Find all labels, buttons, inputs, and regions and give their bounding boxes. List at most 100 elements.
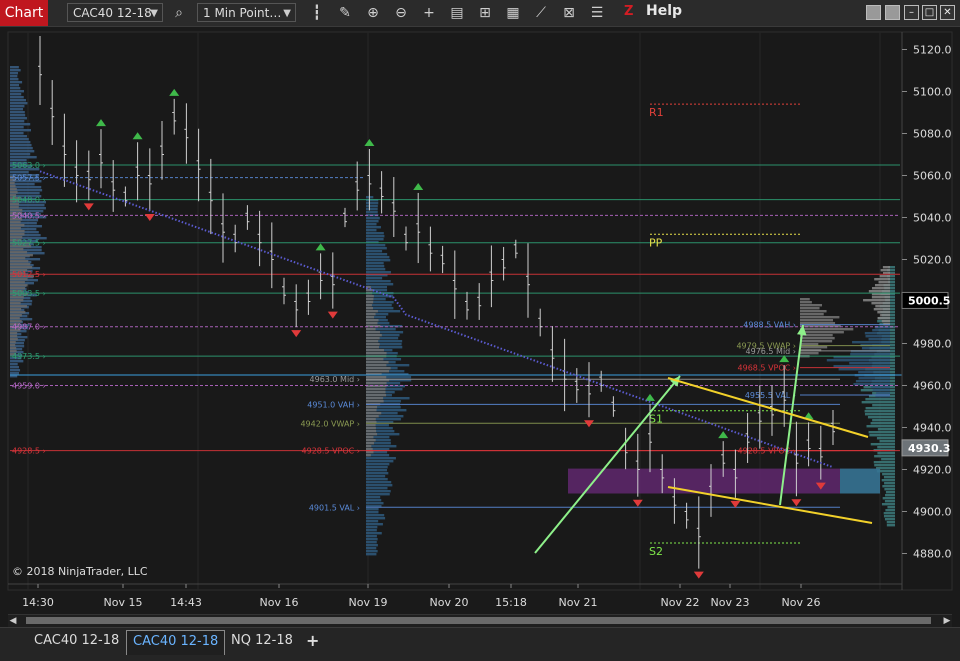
zoom-out-icon[interactable]: ⊖ (392, 4, 410, 22)
restore-window-icon[interactable] (885, 5, 900, 20)
add-tab-button[interactable]: + (300, 630, 325, 652)
profile-bar (10, 153, 31, 156)
profile-bar (868, 290, 890, 293)
pivot-label: R1 (649, 106, 664, 119)
profile-level-label: 4968.5 VPOC › (738, 364, 796, 373)
profile-bar (10, 66, 19, 69)
profile-bar (366, 430, 377, 433)
indicators-icon[interactable]: ⟋ (532, 4, 550, 22)
profile-bar (10, 111, 25, 114)
scroll-left-icon[interactable]: ◀ (8, 615, 18, 627)
profile-bar (366, 223, 377, 226)
profile-bar (366, 331, 380, 334)
chevron-down-icon: ▼ (150, 8, 158, 19)
interval-selector[interactable]: 1 Min Point… ▼ (197, 3, 296, 22)
scrollbar-thumb[interactable] (26, 617, 931, 624)
crosshair-icon[interactable]: + (420, 4, 438, 22)
profile-bar (10, 332, 18, 335)
profile-bar (366, 259, 391, 262)
maximize-window-icon[interactable]: □ (922, 5, 937, 20)
tab-nq[interactable]: NQ 12-18 (225, 630, 299, 652)
profile-bar (10, 75, 18, 78)
profile-bar (10, 188, 17, 191)
price-chart[interactable]: 5063.0 › 5057.5 › 5048.0 › 5040.5 › 5027.5 ›… (0, 26, 960, 614)
horizontal-scrollbar[interactable]: ◀ ▶ (8, 614, 952, 627)
profile-bar (872, 404, 895, 407)
list-icon[interactable]: ☰ (588, 4, 606, 22)
profile-bar (10, 129, 32, 132)
profile-bar (884, 500, 895, 503)
minimize-window-icon[interactable]: – (904, 5, 919, 20)
profile-bar (876, 437, 895, 440)
strategies-icon[interactable]: ▦ (504, 4, 522, 22)
price-tick-label: 5040.0 (913, 212, 952, 225)
profile-level-label: 4951.0 VAH › (307, 400, 360, 409)
value-area-box-right (840, 468, 880, 494)
profile-bar (366, 307, 374, 310)
last-price-label: 5000.5 (908, 294, 950, 307)
pencil-icon[interactable]: ✎ (336, 4, 354, 22)
pivot-label: S2 (649, 545, 663, 558)
time-tick-label: Nov 23 (711, 596, 750, 609)
search-icon[interactable]: ⌕ (170, 4, 188, 22)
profile-bar (366, 280, 391, 283)
instrument-selector[interactable]: CAC40 12-18 ▼ (67, 3, 163, 22)
profile-bar (10, 72, 19, 75)
profile-level-label: 4959.0 › (12, 382, 46, 391)
profile-bar (366, 490, 391, 493)
profile-bar (800, 319, 834, 322)
profile-level-label: 4963.0 Mid › (310, 375, 360, 384)
price-tick-label: 5060.0 (913, 170, 952, 183)
profile-bar (10, 114, 26, 117)
profile-bar (366, 463, 390, 466)
data-box-icon[interactable]: ▤ (448, 4, 466, 22)
time-tick-label: Nov 20 (430, 596, 469, 609)
profile-bar (881, 503, 895, 506)
tab-cac40-1[interactable]: CAC40 12-18 (28, 630, 125, 652)
profile-bar (800, 313, 824, 316)
profile-bar (800, 304, 823, 307)
profile-bar (10, 338, 18, 341)
profile-bar (10, 78, 19, 81)
profile-bar (881, 479, 895, 482)
profile-bar (366, 364, 387, 367)
profile-bar (871, 296, 890, 299)
profile-bar (882, 497, 895, 500)
profile-bar (366, 445, 372, 448)
profile-bar (10, 257, 26, 260)
properties-icon[interactable]: ⊠ (560, 4, 578, 22)
profile-bar (366, 277, 383, 280)
profile-bar (10, 117, 27, 120)
profile-bar (366, 388, 386, 391)
time-tick-label: Nov 15 (104, 596, 143, 609)
profile-bar (880, 269, 890, 272)
profile-bar (873, 308, 890, 311)
profile-bar (366, 301, 374, 304)
bar-type-icon[interactable]: ┇ (308, 4, 326, 22)
zoom-in-icon[interactable]: ⊕ (364, 4, 382, 22)
templates-icon[interactable]: ⊞ (476, 4, 494, 22)
profile-bar (366, 340, 379, 343)
profile-bar (10, 81, 23, 84)
tab-cac40-2[interactable]: CAC40 12-18 (126, 630, 226, 655)
profile-bar (10, 260, 29, 263)
profile-bar (366, 235, 385, 238)
profile-bar (879, 440, 895, 443)
profile-bar (884, 488, 895, 491)
profile-bar (882, 485, 895, 488)
chevron-down-icon: ▼ (283, 8, 291, 19)
close-window-icon[interactable]: ✕ (940, 5, 955, 20)
profile-bar (868, 431, 895, 434)
time-tick-label: Nov 22 (661, 596, 700, 609)
profile-bar (864, 410, 895, 413)
help-menu[interactable]: Help (646, 3, 682, 19)
profile-bar (366, 271, 391, 274)
profile-level-label: 5048.0 › (12, 196, 46, 205)
tile-window-icon[interactable] (866, 5, 881, 20)
profile-bar (10, 206, 19, 209)
profile-bar (366, 424, 376, 427)
profile-bar (800, 322, 836, 325)
scroll-right-icon[interactable]: ▶ (942, 615, 952, 627)
profile-bar (366, 268, 386, 271)
profile-bar (875, 305, 890, 308)
